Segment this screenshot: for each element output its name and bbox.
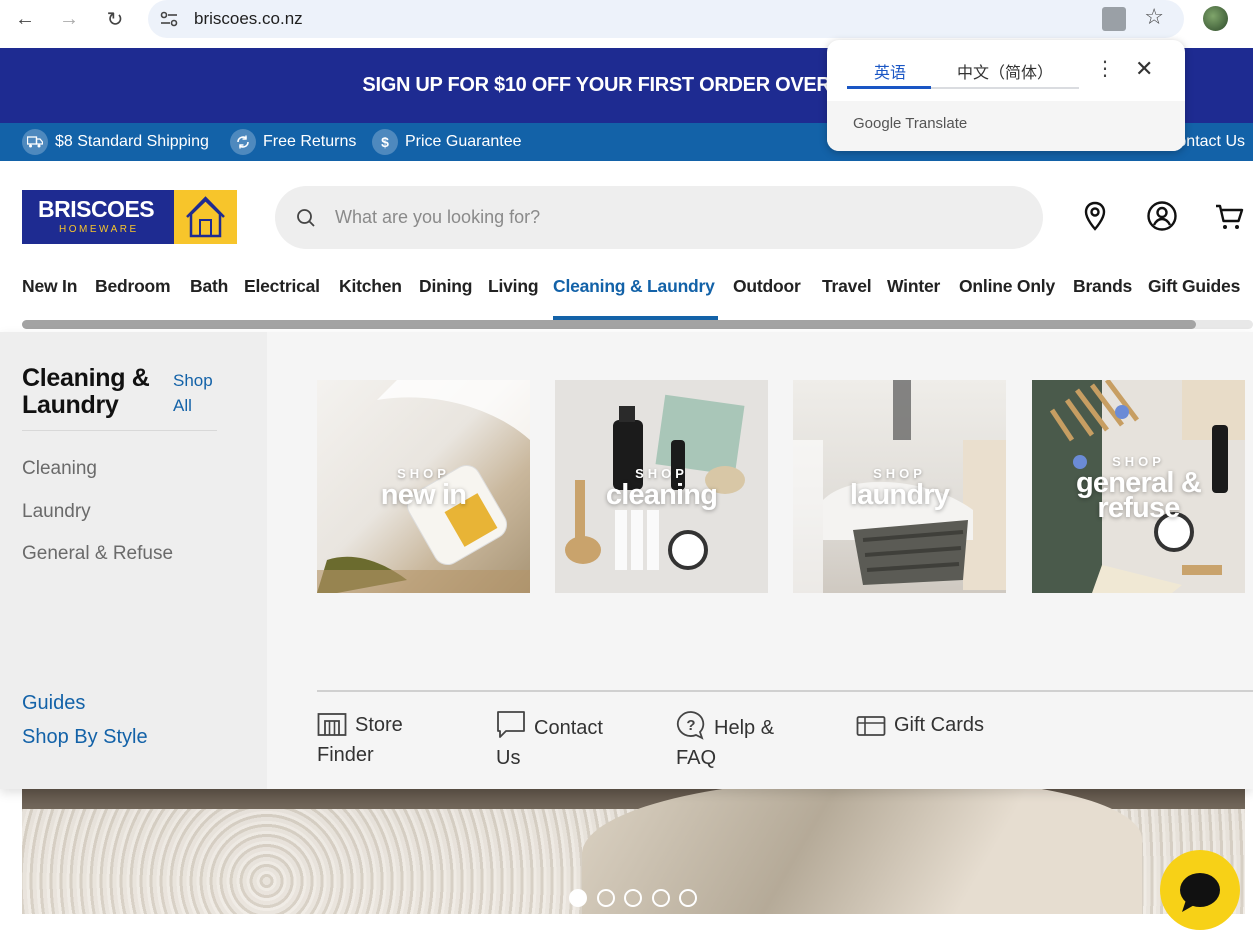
nav-item-cleaning-laundry[interactable]: Cleaning & Laundry (553, 276, 715, 297)
mega-menu-sidebar: Cleaning & Laundry Shop All Cleaning Lau… (0, 332, 267, 789)
translate-popup: 英语 中文（简体） ⋮ ✕ Google Translate (827, 40, 1185, 151)
nav-item-gift-guides[interactable]: Gift Guides (1148, 276, 1240, 297)
usp-returns[interactable]: Free Returns (230, 129, 356, 155)
profile-avatar[interactable] (1203, 6, 1228, 31)
contact-us-link[interactable]: ontact Us (1177, 133, 1245, 151)
mega-menu-title: Cleaning & Laundry (22, 364, 150, 419)
more-options-icon[interactable]: ⋮ (1095, 56, 1115, 81)
help-faq-link[interactable]: ? Help & FAQ (676, 710, 796, 773)
tile-name: laundry (849, 479, 950, 511)
dollar-icon: $ (372, 129, 398, 155)
guides-link[interactable]: Guides (22, 692, 85, 715)
tab-target-language[interactable]: 中文（简体） (957, 59, 1053, 83)
subcategory-laundry[interactable]: Laundry (22, 501, 91, 523)
tile-shop-laundry[interactable]: SHOP laundry (793, 380, 1006, 593)
logo-wordmark: BRISCOES (38, 196, 155, 222)
mega-divider (22, 430, 217, 431)
url-text[interactable]: briscoes.co.nz (194, 9, 303, 29)
mega-menu: Cleaning & Laundry Shop All Cleaning Lau… (0, 332, 1253, 789)
address-bar[interactable]: briscoes.co.nz ☆ (148, 0, 1184, 38)
google-translate-brand: Google Translate (853, 115, 968, 132)
search-bar[interactable] (275, 186, 1043, 249)
nav-item-kitchen[interactable]: Kitchen (339, 276, 402, 297)
carousel-dot-4[interactable] (651, 889, 670, 907)
carousel-dot-5[interactable] (679, 889, 697, 907)
gift-cards-label: Gift Cards (894, 714, 985, 736)
briscoes-logo[interactable]: BRISCOES HOMEWARE (22, 190, 237, 244)
chat-button[interactable] (1160, 850, 1240, 930)
close-icon[interactable]: ✕ (1135, 56, 1153, 82)
truck-icon (22, 129, 48, 155)
nav-scrollbar-thumb[interactable] (22, 320, 1196, 329)
shop-by-style-link[interactable]: Shop By Style (22, 726, 148, 749)
usp-shipping[interactable]: $8 Standard Shipping (22, 129, 209, 155)
search-icon (297, 209, 315, 227)
tile-shop-general-refuse[interactable]: SHOP general & refuse (1032, 380, 1245, 593)
house-icon (186, 196, 225, 238)
subcategory-cleaning[interactable]: Cleaning (22, 458, 97, 480)
store-location-icon[interactable] (1079, 200, 1111, 232)
bookmark-star-icon[interactable]: ☆ (1144, 4, 1164, 30)
translate-language-tabs: 英语 中文（简体） (847, 40, 1079, 89)
nav-item-electrical[interactable]: Electrical (244, 276, 320, 297)
forward-arrow-icon[interactable]: → (56, 6, 82, 32)
usp-guarantee-label: Price Guarantee (405, 133, 522, 150)
usp-price-guarantee[interactable]: $ Price Guarantee (372, 129, 522, 155)
tile-shop-cleaning[interactable]: SHOP cleaning (555, 380, 768, 593)
usp-shipping-label: $8 Standard Shipping (55, 133, 209, 150)
nav-item-dining[interactable]: Dining (419, 276, 472, 297)
logo-house-mark (174, 190, 237, 244)
carousel-dot-2[interactable] (596, 889, 615, 907)
nav-item-living[interactable]: Living (488, 276, 539, 297)
gift-card-icon (856, 716, 886, 736)
cart-icon[interactable] (1214, 200, 1246, 232)
carousel-dots (569, 889, 707, 907)
store-icon (317, 713, 347, 736)
logo-subtitle: HOMEWARE (59, 224, 139, 235)
contact-us-menu-link[interactable]: Contact Us (496, 710, 626, 773)
back-arrow-icon[interactable]: ← (12, 6, 38, 32)
reload-icon[interactable]: ↻ (102, 6, 128, 32)
usp-returns-label: Free Returns (263, 133, 357, 150)
subcategory-general-refuse[interactable]: General & Refuse (22, 543, 173, 565)
speech-bubble-icon (497, 711, 525, 738)
nav-item-bath[interactable]: Bath (190, 276, 228, 297)
tile-shop-new-in[interactable]: SHOP new in (317, 380, 530, 593)
site-settings-icon[interactable] (158, 8, 180, 30)
tile-name: new in (380, 479, 467, 511)
translate-icon[interactable] (1102, 7, 1126, 31)
nav-item-outdoor[interactable]: Outdoor (733, 276, 801, 297)
gift-cards-link[interactable]: Gift Cards (856, 710, 1016, 740)
tab-source-language[interactable]: 英语 (874, 59, 906, 83)
shop-all-link[interactable]: Shop All (173, 368, 233, 418)
mega-utility-divider (317, 690, 1253, 692)
nav-item-travel[interactable]: Travel (822, 276, 872, 297)
search-input[interactable] (335, 186, 1015, 249)
help-question-icon: ? (676, 711, 705, 740)
nav-item-online-only[interactable]: Online Only (959, 276, 1055, 297)
nav-item-brands[interactable]: Brands (1073, 276, 1132, 297)
store-finder-link[interactable]: Store Finder (317, 710, 427, 770)
tile-name: general & refuse (1076, 467, 1202, 524)
refresh-cycle-icon (230, 129, 256, 155)
active-tab-indicator (847, 86, 931, 89)
promo-text: SIGN UP FOR $10 OFF YOUR FIRST ORDER OVE… (362, 74, 831, 96)
chat-bubble-icon (1180, 873, 1220, 912)
account-icon[interactable] (1146, 200, 1178, 232)
svg-text:?: ? (686, 717, 695, 734)
nav-item-winter[interactable]: Winter (887, 276, 940, 297)
nav-item-bedroom[interactable]: Bedroom (95, 276, 171, 297)
tile-name: cleaning (605, 479, 718, 511)
translate-footer: Google Translate (827, 101, 1185, 151)
nav-item-new-in[interactable]: New In (22, 276, 77, 297)
carousel-dot-1[interactable] (569, 889, 587, 907)
carousel-dot-3[interactable] (624, 889, 642, 907)
